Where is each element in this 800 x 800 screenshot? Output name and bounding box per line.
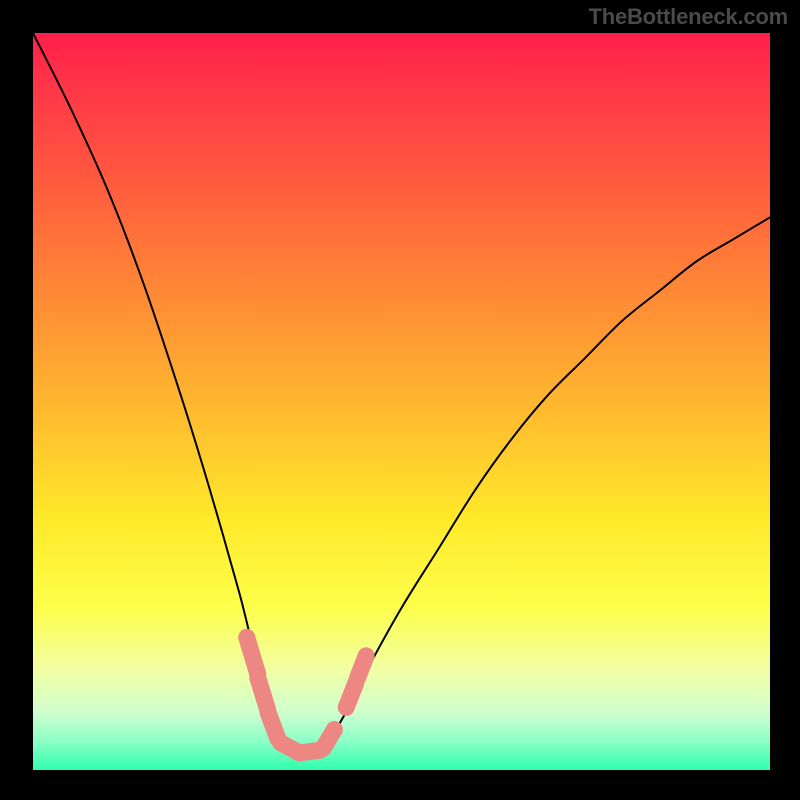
bottleneck-gradient-plot bbox=[33, 33, 770, 770]
optimal-zone-marks bbox=[33, 33, 770, 770]
watermark: TheBottleneck.com bbox=[588, 4, 788, 30]
